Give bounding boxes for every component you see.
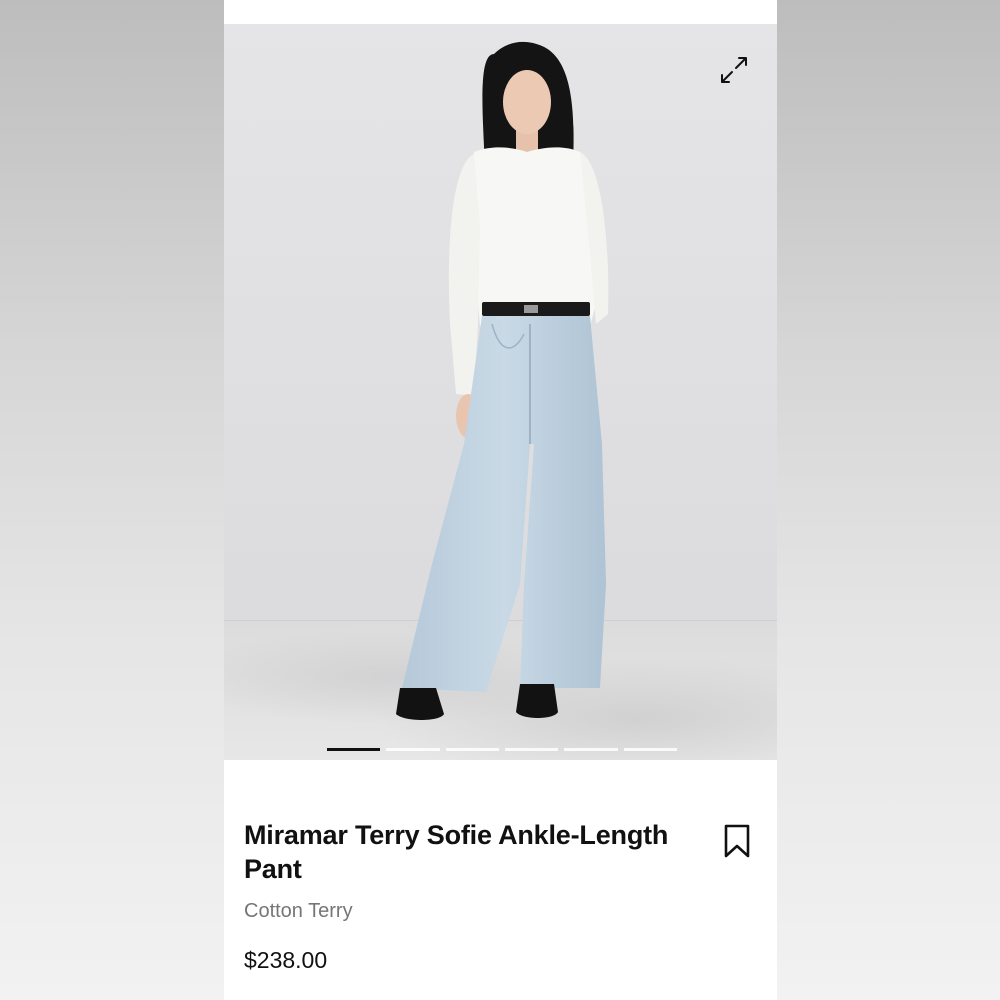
product-fabric: Cotton Terry <box>244 900 353 922</box>
product-detail-screen: Miramar Terry Sofie Ankle-Length Pant Co… <box>224 0 777 1000</box>
pager-dot-2[interactable] <box>386 748 440 751</box>
product-photo <box>396 41 609 720</box>
product-info-panel: Miramar Terry Sofie Ankle-Length Pant Co… <box>224 760 777 1000</box>
expand-arrows-icon <box>721 57 747 83</box>
pager-dot-6[interactable] <box>623 748 677 751</box>
pager-dot-3[interactable] <box>445 748 499 751</box>
pager-dot-4[interactable] <box>504 748 559 751</box>
product-title: Miramar Terry Sofie Ankle-Length Pant <box>244 820 669 884</box>
bookmark-icon <box>724 824 750 858</box>
top-bar <box>224 0 777 24</box>
pager-dot-1[interactable] <box>327 748 381 751</box>
product-price: $238.00 <box>244 947 328 973</box>
product-image-gallery[interactable] <box>224 24 777 760</box>
expand-image-button[interactable] <box>714 50 754 90</box>
image-pager[interactable] <box>327 748 677 751</box>
save-to-wishlist-button[interactable] <box>720 822 754 860</box>
pager-dot-5[interactable] <box>564 748 618 751</box>
